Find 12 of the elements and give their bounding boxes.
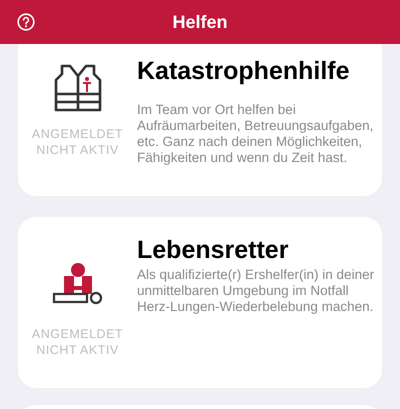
screen-title: Helfen <box>172 10 228 34</box>
card-title: Lebensretter <box>137 235 290 265</box>
cpr-icon <box>52 262 104 306</box>
service-card[interactable]: ANGEMELDET NICHT AKTIV Lebensretter Als qualifizierte(r) Ershelfer(in) in deiner unmittelbaren Umgebung im Notfall Herz-Lungen-Wiederbelebung machen. <box>18 217 382 388</box>
card-description: Als qualifizierte(r) Ershelfer(in) in deiner unmittelbaren Umgebung im Notfall Herz-Lungen-Wiederbelebung machen. <box>137 267 375 315</box>
vest-icon <box>54 62 102 112</box>
card-title: Katastrophenhilfe <box>137 56 351 86</box>
help-icon[interactable] <box>17 13 35 31</box>
service-card[interactable]: ANGEMELDET NICHT AKTIV Katastrophenhilfe Im Team vor Ort helfen bei Aufräumarbeiten, Betreuungsaufgaben, etc. Ganz nach deinen Möglichkeiten, Fähigkeiten und wenn du Zeit hast. <box>18 44 382 196</box>
status-label: ANGEMELDET NICHT AKTIV <box>32 326 124 358</box>
card-description: Im Team vor Ort helfen bei Aufräumarbeiten, Betreuungsaufgaben, etc. Ganz nach deinen Möglichkeiten, Fähigkeiten und wenn du Zeit hast. <box>137 102 374 166</box>
status-label: ANGEMELDET NICHT AKTIV <box>32 126 124 158</box>
